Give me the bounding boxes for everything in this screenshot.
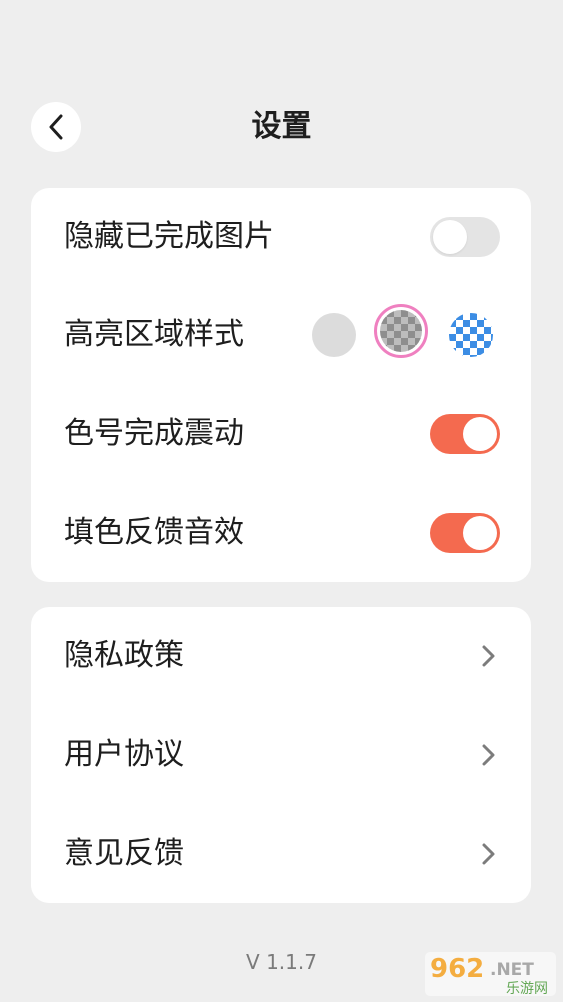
watermark-bottom: 乐游网 (506, 981, 548, 997)
setting-label: 高亮区域样式 (64, 317, 244, 352)
setting-label: 色号完成震动 (64, 416, 244, 451)
links-card: 隐私政策 用户协议 意见反馈 (31, 607, 531, 903)
link-privacy-policy[interactable]: 隐私政策 (31, 607, 531, 705)
link-label: 意见反馈 (64, 836, 184, 871)
chevron-right-icon (482, 645, 495, 667)
link-label: 隐私政策 (64, 638, 184, 673)
setting-color-vibration: 色号完成震动 (31, 385, 531, 483)
highlight-style-blue-option[interactable] (449, 313, 493, 357)
chevron-right-icon (482, 843, 495, 865)
back-button[interactable] (31, 102, 81, 152)
header: 设置 (0, 95, 563, 159)
fill-sound-toggle[interactable] (430, 513, 500, 553)
watermark-top: 962 (430, 954, 484, 984)
hide-completed-toggle[interactable] (430, 217, 500, 257)
setting-label: 填色反馈音效 (64, 515, 244, 550)
toggle-knob (463, 516, 497, 550)
link-user-agreement[interactable]: 用户协议 (31, 706, 531, 804)
link-label: 用户协议 (64, 737, 184, 772)
link-feedback[interactable]: 意见反馈 (31, 805, 531, 903)
setting-hide-completed: 隐藏已完成图片 (31, 188, 531, 286)
toggle-knob (463, 417, 497, 451)
page-title: 设置 (251, 109, 312, 144)
highlight-style-gray-option[interactable] (312, 313, 356, 357)
setting-label: 隐藏已完成图片 (64, 219, 274, 254)
setting-highlight-style: 高亮区域样式 (31, 286, 531, 384)
toggle-knob (433, 220, 467, 254)
watermark-logo: 962 .NET 乐游网 (425, 952, 556, 997)
checker-swatch (380, 310, 422, 352)
chevron-left-icon (49, 114, 63, 140)
settings-card: 隐藏已完成图片 高亮区域样式 色号完成震动 填色反馈音效 (31, 188, 531, 582)
watermark-net: .NET (490, 960, 534, 980)
highlight-style-checker-option[interactable] (374, 304, 428, 358)
setting-fill-sound: 填色反馈音效 (31, 484, 531, 582)
color-vibration-toggle[interactable] (430, 414, 500, 454)
chevron-right-icon (482, 744, 495, 766)
